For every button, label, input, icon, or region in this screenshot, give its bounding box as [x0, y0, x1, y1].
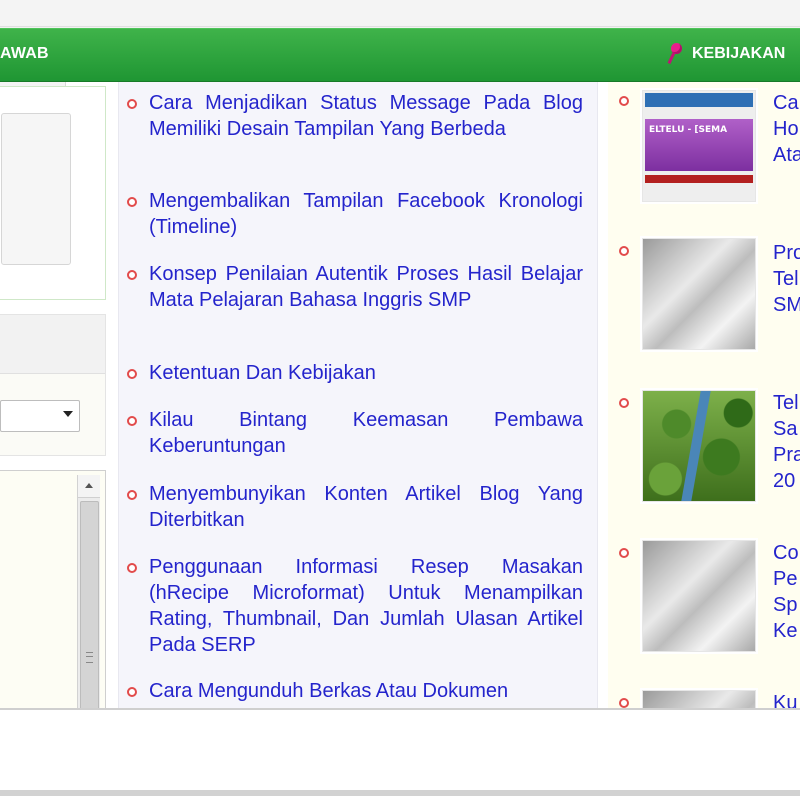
archive-select[interactable]	[0, 400, 80, 432]
top-strip	[0, 0, 800, 27]
bullet-icon	[127, 416, 137, 426]
nav-item-left[interactable]: AWAB	[0, 45, 49, 63]
post-thumbnail[interactable]	[642, 540, 756, 652]
nav-item-kebijakan[interactable]: KEBIJAKAN	[667, 43, 786, 65]
post-link[interactable]: Mengembalikan Tampilan Facebook Kronolog…	[149, 188, 583, 240]
post-link[interactable]: Tel Sa Pra 20	[773, 390, 800, 494]
recent-posts-list: Cara Menjadikan Status Message Pada Blog…	[118, 82, 598, 708]
post-link[interactable]: Ketentuan Dan Kebijakan	[149, 360, 583, 386]
bullet-icon	[619, 96, 629, 106]
left-widget-header	[0, 315, 105, 374]
left-sidebar	[0, 82, 106, 708]
bullet-icon	[127, 563, 137, 573]
bullet-icon	[127, 99, 137, 109]
post-thumbnail[interactable]	[642, 690, 756, 708]
bullet-icon	[127, 197, 137, 207]
post-link[interactable]: Konsep Penilaian Autentik Proses Hasil B…	[149, 261, 583, 313]
post-thumbnail[interactable]: ELTELU - [SEMA	[642, 90, 756, 202]
bullet-icon	[619, 398, 629, 408]
post-link[interactable]: Cara Mengunduh Berkas Atau Dokumen	[149, 678, 583, 704]
bullet-icon	[127, 270, 137, 280]
bullet-icon	[127, 687, 137, 697]
post-link[interactable]: Ca Ho Ata	[773, 90, 800, 168]
post-thumbnail[interactable]	[642, 238, 756, 350]
popular-posts-list: ELTELU - [SEMA Ca Ho Ata Pro Tel SM Tel …	[608, 82, 800, 708]
scroll-up-arrow-icon[interactable]	[78, 475, 100, 498]
post-link[interactable]: Penggunaan Informasi Resep Masakan (hRec…	[149, 554, 583, 658]
grip-icon	[86, 652, 93, 663]
bullet-icon	[127, 369, 137, 379]
bullet-icon	[619, 698, 629, 708]
post-link[interactable]: Cara Menjadikan Status Message Pada Blog…	[149, 90, 583, 142]
page-content: Cara Menjadikan Status Message Pada Blog…	[0, 82, 800, 708]
left-widget-box	[0, 86, 106, 300]
left-widget-panel	[1, 113, 71, 265]
thumbnail-caption: ELTELU - [SEMA	[649, 125, 728, 135]
bullet-icon	[619, 246, 629, 256]
post-link[interactable]: Ku	[773, 690, 800, 708]
scrollbar[interactable]	[77, 475, 100, 708]
post-thumbnail[interactable]	[642, 390, 756, 502]
pin-icon	[667, 43, 684, 65]
post-link[interactable]: Co Pe Sp Ke	[773, 540, 800, 644]
bottom-panel	[0, 708, 800, 802]
nav-item-kebijakan-label: KEBIJAKAN	[692, 45, 786, 62]
post-link[interactable]: Menyembunyikan Konten Artikel Blog Yang …	[149, 481, 583, 533]
post-link[interactable]: Kilau Bintang Keemasan Pembawa Keberuntu…	[149, 407, 583, 459]
post-link[interactable]: Pro Tel SM	[773, 240, 800, 318]
bullet-icon	[127, 490, 137, 500]
bullet-icon	[619, 548, 629, 558]
browser-frame: AWAB KEBIJAKAN Cara Menjadikan Status Me…	[0, 0, 800, 802]
chevron-down-icon	[63, 411, 73, 417]
divider	[0, 790, 800, 796]
left-widget-box-2	[0, 314, 106, 456]
scroll-thumb[interactable]	[80, 501, 99, 708]
nav-bar: AWAB KEBIJAKAN	[0, 28, 800, 83]
